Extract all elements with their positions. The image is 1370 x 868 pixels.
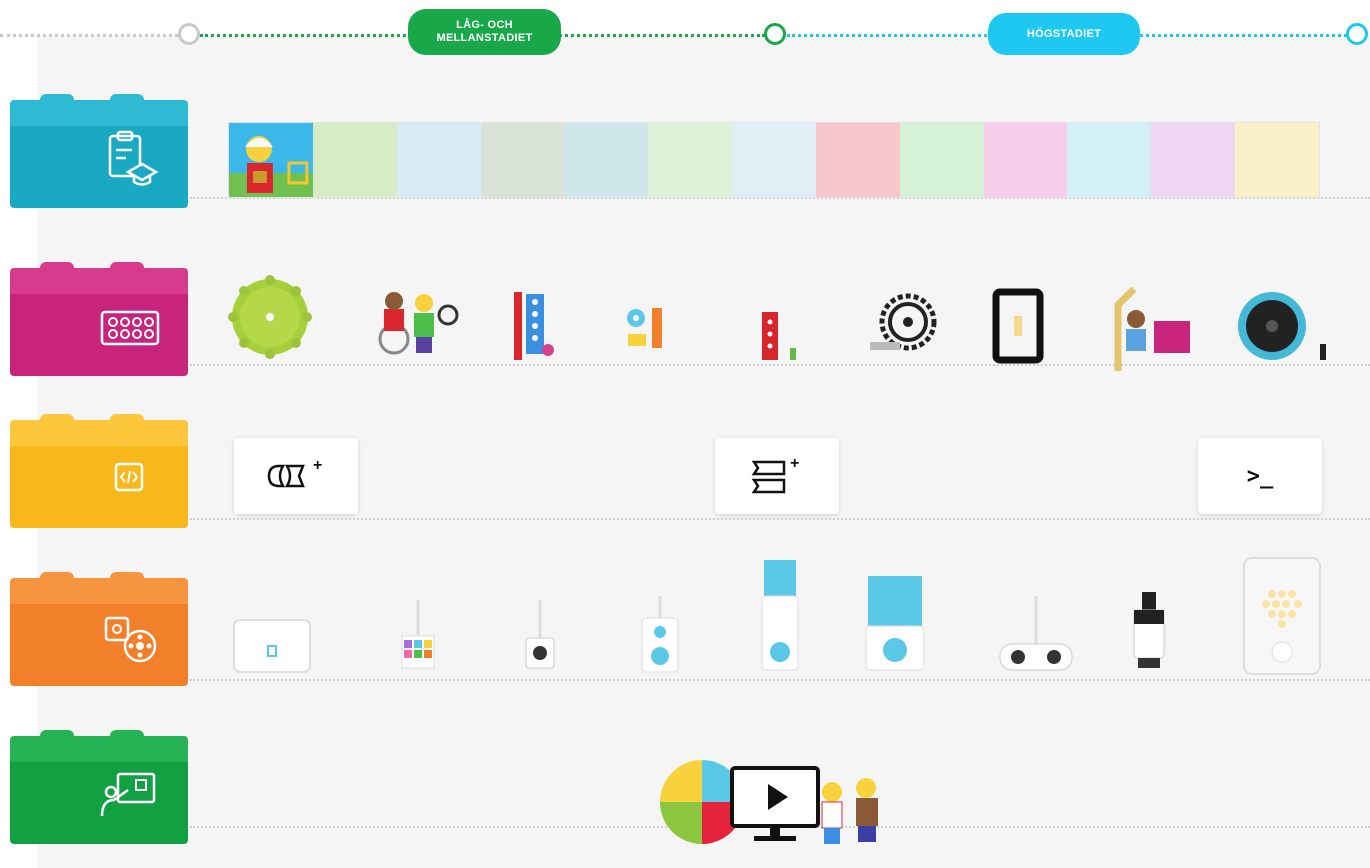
lesson-unit-7[interactable] [732,123,816,197]
word-blocks-plus-icon: + [267,457,322,488]
lesson-unit-4[interactable] [480,123,565,197]
word-blocks-button[interactable]: + [234,438,358,514]
wheel-icon[interactable] [1232,288,1332,368]
timeline-start-line [0,34,178,37]
medium-motor-icon[interactable] [752,556,808,676]
svg-text:+: + [313,457,322,474]
python-button[interactable]: >_ [1198,438,1322,514]
row-divider-coding [190,518,1370,520]
minifigures-icon[interactable] [370,287,470,357]
timeline-primary-node [764,23,786,45]
gear-wheel-icon[interactable] [862,288,942,368]
black-frame-icon[interactable] [990,288,1046,364]
row-divider-hardware [190,679,1370,681]
lesson-unit-3[interactable] [396,123,481,197]
small-parts-icon[interactable] [620,300,680,360]
lesson-unit-12[interactable] [1151,123,1236,197]
lesson-unit-11[interactable] [1067,123,1152,197]
timeline-start-node [178,23,200,45]
lesson-unit-13[interactable] [1235,123,1319,197]
icon-blocks-plus-icon: + [751,455,799,494]
small-motor-icon[interactable] [632,596,688,676]
grade-timeline: LÅG- OCH MELLANSTADIET HÖGSTADIET [0,0,1370,70]
code-brackets-icon [114,462,144,492]
hub-motor-icon [104,616,157,663]
color-sensor-icon[interactable] [398,600,438,674]
stage-pill-primary[interactable]: LÅG- OCH MELLANSTADIET [408,9,561,55]
stage-pill-secondary-label: HÖGSTADIET [1026,27,1102,40]
lesson-unit-strip[interactable] [228,122,1320,198]
beam-bricks-icon[interactable] [508,290,558,364]
teacher-board-icon [100,772,156,817]
lesson-unit-10[interactable] [983,123,1068,197]
lesson-unit-6[interactable] [648,123,733,197]
lego-plate-icon [100,310,160,346]
large-hub-icon[interactable] [1242,556,1322,676]
icon-blocks-button[interactable]: + [715,438,839,514]
clipboard-graduation-cap-icon [108,130,159,186]
teacher-support-icon[interactable] [656,756,896,848]
minifigure-waving-image [229,136,313,197]
red-brick-icon[interactable] [756,306,806,364]
lesson-unit-2[interactable] [312,123,397,197]
distance-sensor-icon[interactable] [996,596,1076,676]
lesson-unit-1[interactable] [229,123,313,197]
timeline-end-node [1346,23,1368,45]
large-motor-icon[interactable] [860,570,930,676]
minifigure-beam-icon[interactable] [1098,285,1198,375]
stage-pill-primary-label: LÅG- OCH MELLANSTADIET [436,19,533,44]
lesson-unit-9[interactable] [899,123,984,197]
terminal-prompt-icon: >_ [1246,463,1274,489]
hub-small-icon[interactable] [232,618,312,674]
lesson-unit-5[interactable] [564,123,649,197]
svg-text:+: + [790,455,799,472]
stage-pill-secondary[interactable]: HÖGSTADIET [988,13,1140,55]
force-sensor-icon[interactable] [1124,590,1174,676]
lesson-unit-8[interactable] [815,123,900,197]
light-sensor-icon[interactable] [520,600,560,674]
gear-plate-icon[interactable] [225,272,315,362]
